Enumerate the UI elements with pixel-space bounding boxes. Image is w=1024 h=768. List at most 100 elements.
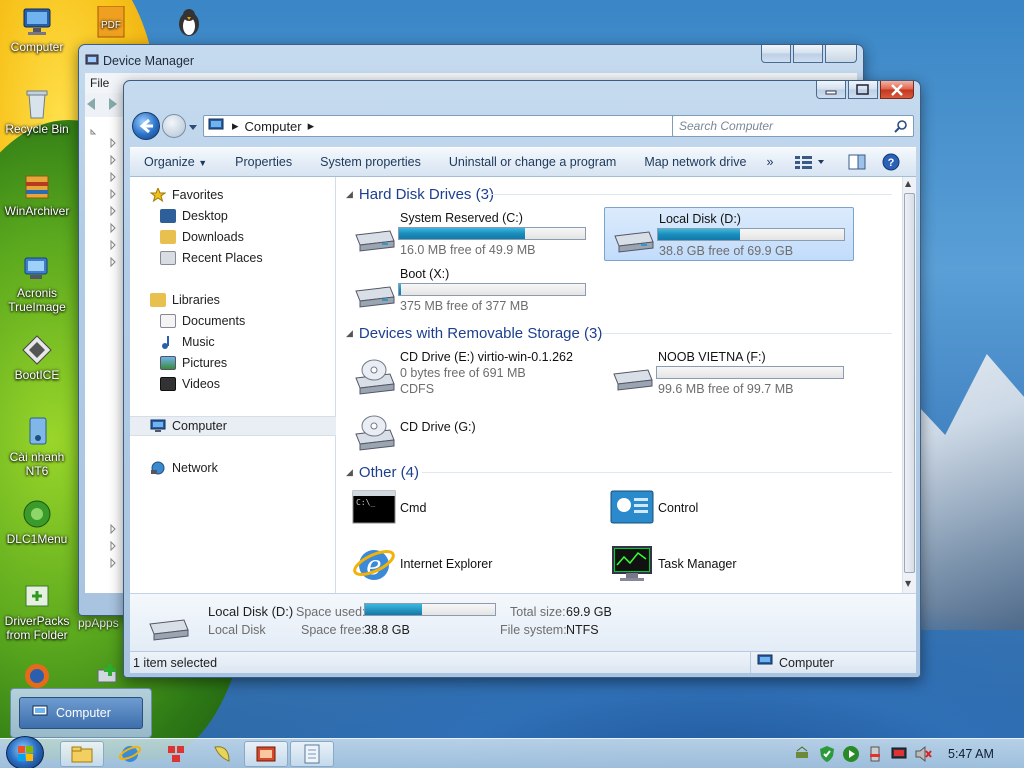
- tray-usb-icon[interactable]: [866, 745, 884, 763]
- menu-file[interactable]: File: [90, 76, 109, 90]
- item-name: Task Manager: [658, 557, 737, 571]
- group-header-other[interactable]: ◢ Other (4): [346, 462, 419, 482]
- removable-drive-icon: [610, 356, 654, 392]
- close-button[interactable]: [825, 45, 857, 63]
- nav-label: Libraries: [172, 293, 220, 307]
- taskbar-notepad[interactable]: [290, 741, 334, 767]
- hard-drive-icon: [352, 273, 396, 309]
- drive-tile-x[interactable]: Boot (X:) 375 MB free of 377 MB: [346, 263, 596, 317]
- drive-free-space: 0 bytes free of 691 MB: [400, 366, 526, 380]
- tray-network-icon[interactable]: [794, 746, 810, 762]
- scroll-down-icon[interactable]: ▼: [905, 579, 914, 588]
- group-header-hdd[interactable]: ◢ Hard Disk Drives (3): [346, 184, 494, 204]
- desktop-icon-penguin[interactable]: [152, 6, 226, 40]
- drive-tile-d[interactable]: Local Disk (D:) 38.8 GB free of 69.9 GB: [604, 207, 854, 261]
- chevron-right-icon[interactable]: ▸: [308, 118, 315, 134]
- desktop-icon-firefox[interactable]: [0, 662, 74, 690]
- taskbar-app-tool[interactable]: [200, 741, 244, 767]
- other-tile-task-manager[interactable]: Task Manager: [604, 539, 854, 589]
- desktop-icon-dlc1menu[interactable]: DLC1Menu: [0, 498, 74, 546]
- space-free-label: Space free:: [301, 623, 365, 637]
- desktop-icon-cai-nhanh[interactable]: Cài nhanh NT6: [0, 416, 74, 478]
- breadcrumb-computer[interactable]: Computer: [245, 119, 302, 134]
- search-input[interactable]: Search Computer: [672, 115, 914, 137]
- maximize-button[interactable]: [793, 45, 823, 63]
- nav-documents[interactable]: Documents: [130, 311, 336, 331]
- nav-computer[interactable]: Computer: [130, 416, 336, 436]
- taskbar-ie[interactable]: [108, 741, 152, 767]
- system-properties-button[interactable]: System properties: [306, 155, 435, 169]
- collapse-arrow-icon[interactable]: ◢: [346, 328, 353, 339]
- chevron-right-icon[interactable]: ▸: [232, 118, 239, 134]
- taskbar-explorer[interactable]: [60, 741, 104, 767]
- history-dropdown-icon[interactable]: [188, 121, 198, 131]
- search-icon[interactable]: [894, 119, 908, 136]
- scroll-up-icon[interactable]: ▲: [905, 179, 914, 188]
- back-button[interactable]: [132, 112, 160, 140]
- nav-network[interactable]: Network: [130, 458, 336, 478]
- thumbnail-item-computer[interactable]: Computer: [19, 697, 143, 729]
- desktop-icon-label: DriverPacks from Folder: [4, 614, 70, 642]
- explorer-window[interactable]: ▸ Computer ▸ ▼ Search Computer Organize …: [123, 80, 921, 678]
- installer-icon: [20, 416, 54, 448]
- drive-tile-c[interactable]: System Reserved (C:) 16.0 MB free of 49.…: [346, 207, 596, 261]
- close-button[interactable]: [880, 81, 914, 99]
- other-tile-control[interactable]: Control: [604, 483, 854, 533]
- drive-tile-g[interactable]: CD Drive (G:): [346, 402, 596, 456]
- view-options-icon[interactable]: [794, 154, 826, 173]
- desktop-icon-computer[interactable]: Computer: [0, 6, 74, 54]
- help-icon[interactable]: ?: [882, 153, 900, 174]
- minimize-button[interactable]: [816, 81, 846, 99]
- tray-display-icon[interactable]: [890, 745, 908, 763]
- desktop-icon-winarchiver[interactable]: WinArchiver: [0, 170, 74, 218]
- forward-button[interactable]: [162, 114, 186, 138]
- properties-button[interactable]: Properties: [221, 155, 306, 169]
- taskbar-app-network[interactable]: [154, 741, 198, 767]
- nav-music[interactable]: Music: [130, 332, 336, 352]
- desktop-icon-recycle-bin[interactable]: Recycle Bin: [0, 88, 74, 136]
- plus-icon[interactable]: [96, 662, 124, 686]
- item-name: Control: [658, 501, 699, 515]
- forward-arrow-icon[interactable]: [105, 97, 119, 111]
- preview-pane-icon[interactable]: [848, 154, 866, 173]
- collapse-arrow-icon[interactable]: ◢: [346, 189, 353, 200]
- nav-downloads[interactable]: Downloads: [130, 227, 336, 247]
- organize-button[interactable]: Organize ▼: [130, 155, 221, 169]
- other-tile-ie[interactable]: e Internet Explorer: [346, 539, 596, 589]
- tray-volume-muted-icon[interactable]: [914, 745, 932, 763]
- scroll-thumb[interactable]: [904, 193, 915, 573]
- taskbar-device-manager[interactable]: [244, 741, 288, 767]
- network-icon: [150, 461, 166, 475]
- clock[interactable]: 5:47 AM: [948, 747, 994, 761]
- uninstall-button[interactable]: Uninstall or change a program: [435, 155, 630, 169]
- tray-media-icon[interactable]: [842, 745, 860, 763]
- nav-libraries[interactable]: Libraries: [130, 290, 336, 310]
- folder-icon: [71, 746, 93, 763]
- collapse-arrow-icon[interactable]: ◢: [346, 467, 353, 478]
- maximize-button[interactable]: [848, 81, 878, 99]
- desktop-icon-bootice[interactable]: BootICE: [0, 334, 74, 382]
- drive-tile-f[interactable]: NOOB VIETNA (F:) 99.6 MB free of 99.7 MB: [604, 346, 854, 400]
- group-header-removable[interactable]: ◢ Devices with Removable Storage (3): [346, 323, 602, 343]
- status-bar: 1 item selected Computer: [130, 651, 916, 673]
- nav-pictures[interactable]: Pictures: [130, 353, 336, 373]
- back-arrow-icon[interactable]: [85, 97, 99, 111]
- desktop-icon-acronis[interactable]: Acronis TrueImage: [0, 252, 74, 314]
- vertical-scrollbar[interactable]: ▲ ▼: [902, 177, 916, 593]
- group-title: Other (4): [358, 463, 419, 481]
- more-commands-button[interactable]: »: [760, 155, 779, 169]
- map-network-drive-button[interactable]: Map network drive: [630, 155, 760, 169]
- internet-explorer-icon: e: [352, 545, 396, 581]
- drive-tile-e[interactable]: CD Drive (E:) virtio-win-0.1.262 0 bytes…: [346, 346, 596, 400]
- nav-videos[interactable]: Videos: [130, 374, 336, 394]
- tray-security-icon[interactable]: [818, 745, 836, 763]
- start-button[interactable]: [6, 736, 44, 768]
- nav-recent-places[interactable]: Recent Places: [130, 248, 336, 268]
- minimize-button[interactable]: [761, 45, 791, 63]
- desktop-icon-driverpacks[interactable]: DriverPacks from Folder: [0, 580, 74, 642]
- nav-desktop[interactable]: Desktop: [130, 206, 336, 226]
- taskbar-thumbnail-popup[interactable]: Computer: [10, 688, 152, 738]
- nav-favorites[interactable]: Favorites: [130, 185, 336, 205]
- desktop-icon-pdf[interactable]: PDF: [74, 5, 148, 40]
- other-tile-cmd[interactable]: C:\_ Cmd: [346, 483, 596, 533]
